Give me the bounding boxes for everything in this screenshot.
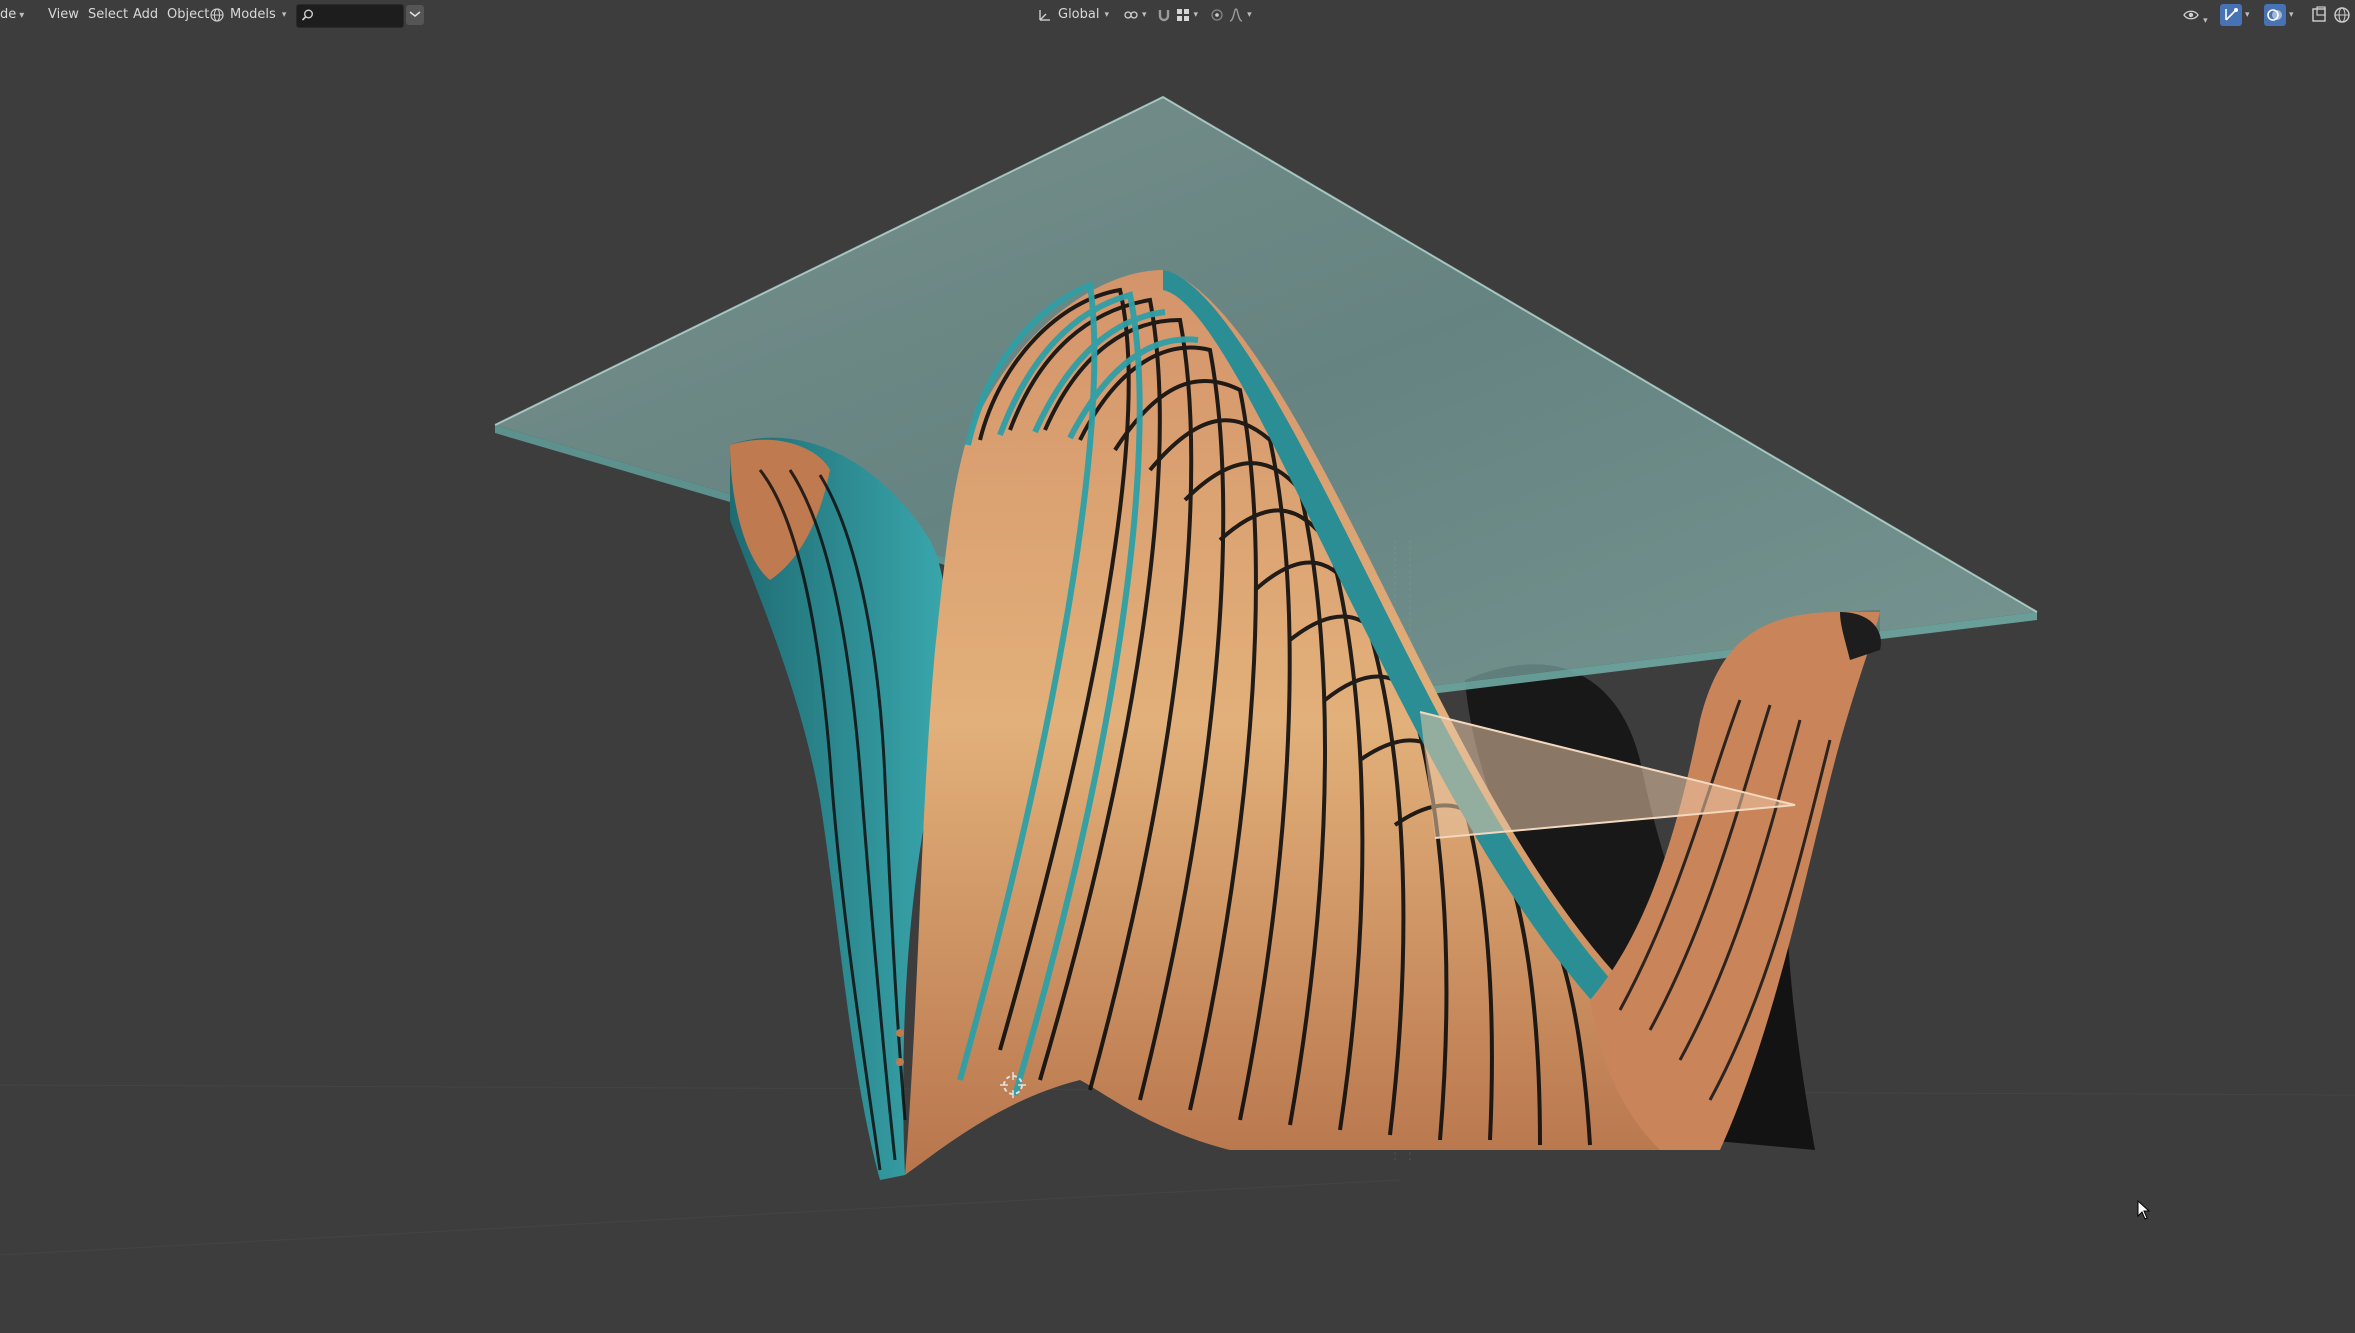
chevron-down-icon[interactable]: ▾ (1194, 0, 1199, 30)
search-box[interactable] (296, 4, 404, 29)
eye-icon (2183, 10, 2199, 20)
left-leg-hole (896, 1058, 904, 1066)
filter-icon[interactable] (406, 5, 424, 25)
pivot-point-icon[interactable] (1123, 7, 1139, 23)
left-leg-hole (896, 1029, 904, 1037)
snapping-controls: ▾ ▾ ▾ (1123, 3, 1252, 27)
globe-icon (210, 8, 224, 22)
add-menu[interactable]: Add (133, 3, 158, 27)
snap-grid-icon[interactable] (1175, 7, 1191, 23)
chevron-down-icon[interactable]: ▾ (1247, 0, 1252, 30)
search-input[interactable] (319, 5, 403, 29)
chevron-down-icon: ▾ (19, 10, 25, 21)
search-icon (301, 9, 313, 21)
gizmo-icon[interactable] (2220, 4, 2242, 26)
3d-viewport[interactable] (0, 0, 2355, 1333)
viewport-scene[interactable] (0, 0, 2355, 1333)
select-menu[interactable]: Select (88, 3, 128, 27)
chevron-down-icon: ▾ (1104, 10, 1110, 20)
transform-orientation-selector[interactable]: Global ▾ (1037, 3, 1109, 27)
chevron-down-icon: ▾ (281, 10, 287, 20)
chevron-down-icon[interactable]: ▾ (2245, 3, 2250, 27)
snap-magnet-icon[interactable] (1156, 7, 1172, 23)
view-menu[interactable]: View (48, 3, 79, 27)
proportional-editing-icon[interactable] (1209, 7, 1225, 23)
xray-icon[interactable] (2308, 4, 2330, 26)
mouse-cursor-icon (2137, 1200, 2151, 1220)
chevron-down-icon: ▾ (2203, 16, 2208, 26)
collection-label: Models (230, 7, 276, 22)
falloff-curve-icon[interactable] (1228, 7, 1244, 23)
mode-label: de (0, 7, 17, 22)
collection-selector[interactable]: Models ▾ (210, 3, 286, 27)
chevron-down-icon[interactable]: ▾ (1142, 0, 1147, 30)
mode-selector[interactable]: de ▾ (0, 3, 24, 27)
visibility-selector[interactable]: ▾ (2183, 3, 2208, 27)
overlay-icon[interactable] (2264, 4, 2286, 26)
object-menu[interactable]: Object (167, 3, 209, 27)
transform-orientation-icon (1039, 10, 1050, 21)
orientation-label: Global (1058, 7, 1100, 22)
chevron-down-icon[interactable]: ▾ (2289, 3, 2294, 27)
viewport-header: de ▾ View Select Add Object Models ▾ Glob… (0, 0, 2355, 30)
shading-solid-icon[interactable] (2331, 4, 2353, 26)
